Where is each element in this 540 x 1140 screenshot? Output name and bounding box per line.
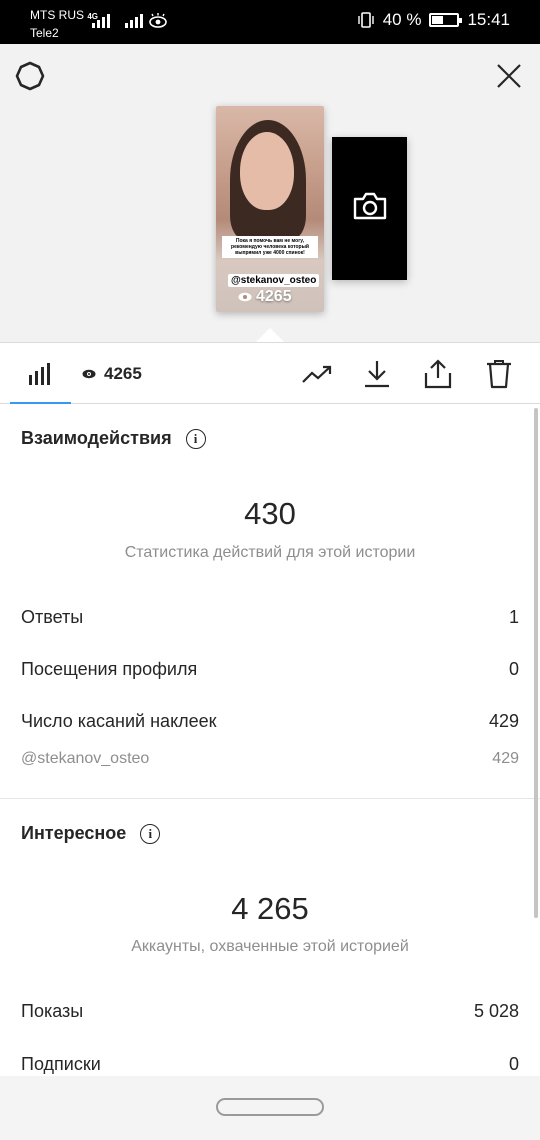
clock: 15:41 <box>467 10 510 29</box>
eye-icon <box>82 369 96 379</box>
stat-row-impressions: Показы 5 028 <box>21 1001 519 1022</box>
stat-row-follows: Подписки 0 <box>21 1054 519 1075</box>
interactions-section-title: Взаимодействия i <box>21 428 206 449</box>
share-icon <box>424 359 452 389</box>
story-preview-area: Пока я помочь вам не могу, рекомендую че… <box>0 44 540 342</box>
trend-icon <box>302 365 332 383</box>
signal-strength-icon <box>92 12 110 28</box>
discovery-section-title: Интересное i <box>21 823 161 844</box>
interactions-title: Взаимодействия <box>21 428 172 448</box>
interactions-subtitle: Статистика действий для этой истории <box>124 544 416 561</box>
discovery-title: Интересное <box>21 823 127 843</box>
insights-content[interactable]: Взаимодействия i 430 Статистика действий… <box>0 404 540 1076</box>
stat-value: 429 <box>488 711 519 731</box>
stat-row-profile-visits: Посещения профиля 0 <box>21 659 519 680</box>
stat-value: 5 028 <box>473 1001 519 1021</box>
stat-label: Показы <box>21 1001 84 1021</box>
info-icon[interactable]: i <box>185 428 206 449</box>
carrier-info: MTS RUS 4G Tele2 <box>30 8 98 40</box>
stat-subrow-mention[interactable]: @stekanov_osteo 429 <box>21 750 519 768</box>
story-views-count: 4265 <box>256 288 292 305</box>
add-story-card[interactable] <box>332 137 407 280</box>
stat-value: 0 <box>508 1054 519 1074</box>
system-navigation-bar <box>0 1076 540 1140</box>
story-caption: Пока я помочь вам не могу, рекомендую че… <box>222 236 318 258</box>
delete-button[interactable] <box>486 343 512 405</box>
viewers-tab[interactable]: 4265 <box>82 343 142 405</box>
stat-row-sticker-taps: Число касаний наклеек 429 <box>21 711 519 732</box>
story-mention-sticker: @stekanov_osteo <box>228 274 320 287</box>
promote-button[interactable] <box>302 343 332 405</box>
discovery-total: 4 265 <box>231 891 309 926</box>
stat-label: Посещения профиля <box>21 659 198 679</box>
stat-label: Подписки <box>21 1054 101 1074</box>
download-button[interactable] <box>364 343 390 405</box>
camera-icon <box>353 192 387 220</box>
info-icon[interactable]: i <box>140 823 161 844</box>
stat-label: Число касаний наклеек <box>21 711 217 731</box>
story-photo-face <box>240 132 294 210</box>
scrollbar[interactable] <box>534 408 538 918</box>
carrier2-label: Tele2 <box>30 26 59 40</box>
stat-value: 429 <box>492 750 519 767</box>
battery-icon <box>429 13 463 27</box>
insights-tab[interactable] <box>28 343 52 405</box>
story-insights-screen: MTS RUS 4G Tele2 40 % 15:41 Пока я помоч… <box>0 0 540 1140</box>
status-bar: MTS RUS 4G Tele2 40 % 15:41 <box>0 0 540 44</box>
section-divider <box>0 798 540 799</box>
story-thumbnail[interactable]: Пока я помочь вам не могу, рекомендую че… <box>216 106 324 312</box>
interactions-total: 430 <box>244 496 296 531</box>
close-icon[interactable] <box>494 61 524 91</box>
story-views-overlay: 4265 <box>238 288 292 306</box>
share-button[interactable] <box>424 343 452 405</box>
vibrate-icon <box>358 12 374 28</box>
story-toolbar: 4265 <box>0 342 540 404</box>
battery-percent: 40 % <box>382 10 422 29</box>
status-right: 40 % 15:41 <box>357 10 510 30</box>
selection-pointer <box>256 328 284 342</box>
stat-label: Ответы <box>21 607 84 627</box>
carrier1-label: MTS RUS <box>30 8 84 22</box>
discovery-subtitle: Аккаунты, охваченные этой историей <box>131 938 409 955</box>
eye-icon <box>238 292 252 302</box>
stat-label: @stekanov_osteo <box>21 750 150 767</box>
bar-chart-icon <box>29 363 50 385</box>
gear-icon[interactable] <box>14 60 46 92</box>
signal-strength-2-icon <box>125 12 143 28</box>
eye-comfort-icon <box>149 13 167 28</box>
download-icon <box>365 361 389 388</box>
stat-row-replies: Ответы 1 <box>21 607 519 628</box>
home-gesture-pill[interactable] <box>216 1098 324 1116</box>
viewers-count: 4265 <box>104 364 142 383</box>
stat-value: 1 <box>508 607 519 627</box>
stat-value: 0 <box>508 659 519 679</box>
trash-icon <box>487 360 511 389</box>
